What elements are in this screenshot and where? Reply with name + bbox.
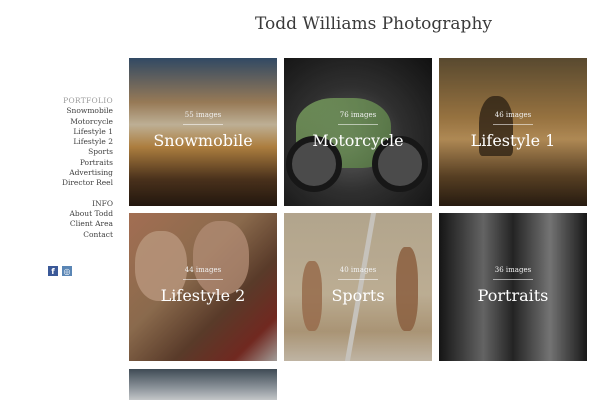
gallery-tile-snowmobile[interactable]: 55 images Snowmobile (129, 58, 277, 206)
nav-link-lifestyle-2[interactable]: Lifestyle 2 (0, 137, 113, 147)
gallery-tile-motorcycle[interactable]: 76 images Motorcycle (284, 58, 432, 206)
tile-title: Lifestyle 2 (160, 286, 246, 305)
tile-title: Sports (331, 286, 385, 305)
tile-image-count: 36 images (494, 266, 532, 274)
nav-link-advertising[interactable]: Advertising (0, 168, 113, 178)
site-title[interactable]: Todd Williams Photography (255, 14, 492, 34)
tile-image-count: 44 images (184, 266, 222, 274)
instagram-icon[interactable]: ◎ (62, 266, 72, 276)
social-links: f ◎ (48, 266, 72, 276)
tile-divider (493, 279, 533, 280)
tile-photo (129, 369, 277, 400)
tile-divider (183, 124, 223, 125)
tile-divider (493, 124, 533, 125)
tile-divider (338, 279, 378, 280)
tile-title: Portraits (477, 286, 549, 305)
sidebar-nav: PORTFOLIO Snowmobile Motorcycle Lifestyl… (0, 96, 113, 240)
tile-divider (183, 279, 223, 280)
nav-link-client-area[interactable]: Client Area (0, 219, 113, 229)
facebook-icon[interactable]: f (48, 266, 58, 276)
tile-image-count: 76 images (339, 111, 377, 119)
info-heading[interactable]: INFO (0, 199, 113, 209)
tile-divider (338, 124, 378, 125)
gallery-tile-lifestyle-2[interactable]: 44 images Lifestyle 2 (129, 213, 277, 361)
nav-link-motorcycle[interactable]: Motorcycle (0, 117, 113, 127)
tile-title: Lifestyle 1 (470, 131, 556, 150)
tile-image-count: 46 images (494, 111, 532, 119)
portfolio-heading[interactable]: PORTFOLIO (0, 96, 113, 106)
tile-image-count: 55 images (184, 111, 222, 119)
gallery-tile-partial[interactable] (129, 369, 277, 400)
nav-link-director-reel[interactable]: Director Reel (0, 178, 113, 188)
nav-link-lifestyle-1[interactable]: Lifestyle 1 (0, 127, 113, 137)
tile-title: Motorcycle (312, 131, 404, 150)
tile-image-count: 40 images (339, 266, 377, 274)
tile-title: Snowmobile (153, 131, 253, 150)
nav-link-contact[interactable]: Contact (0, 230, 113, 240)
gallery-tile-portraits[interactable]: 36 images Portraits (439, 213, 587, 361)
nav-link-portraits[interactable]: Portraits (0, 158, 113, 168)
nav-link-about-todd[interactable]: About Todd (0, 209, 114, 219)
nav-link-sports[interactable]: Sports (0, 147, 113, 157)
gallery-tile-sports[interactable]: 40 images Sports (284, 213, 432, 361)
nav-link-snowmobile[interactable]: Snowmobile (0, 106, 113, 116)
gallery-tile-lifestyle-1[interactable]: 46 images Lifestyle 1 (439, 58, 587, 206)
